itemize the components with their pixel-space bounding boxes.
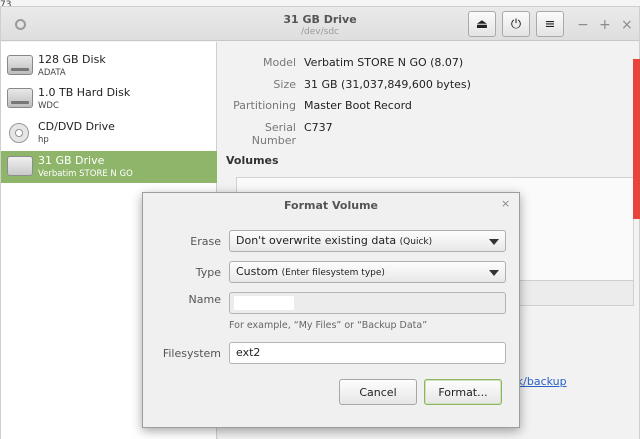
titlebar: 31 GB Drive /dev/sdc ⏏ ⏻ ≡ − + × (1, 7, 639, 41)
optical-disc-icon (9, 123, 29, 143)
drive-item-1tb[interactable]: 1.0 TB Hard Disk WDC (1, 83, 217, 115)
dialog-close-button[interactable]: × (501, 197, 510, 210)
filesystem-label: Filesystem (162, 347, 221, 360)
drive-name: CD/DVD Drive (38, 120, 115, 133)
filesystem-input[interactable]: ext2 (229, 342, 506, 364)
type-label: Type (195, 266, 221, 279)
erase-value: Don't overwrite existing data (236, 234, 397, 247)
name-input[interactable] (229, 292, 506, 314)
format-button[interactable]: Format... (424, 379, 502, 405)
eject-button[interactable]: ⏏ (468, 11, 496, 37)
partitioning-label: Partitioning (233, 99, 296, 112)
power-icon: ⏻ (510, 16, 522, 32)
filesystem-value: ext2 (236, 346, 261, 359)
erase-combo[interactable]: Don't overwrite existing data (Quick) (229, 230, 506, 252)
drive-item-cd-dvd[interactable]: CD/DVD Drive hp (1, 117, 217, 149)
drive-item-128gb[interactable]: 128 GB Disk ADATA (1, 50, 217, 82)
partitioning-value: Master Boot Record (304, 99, 412, 112)
chevron-down-icon (489, 270, 499, 276)
hard-disk-icon (7, 88, 33, 108)
size-label: Size (273, 78, 296, 91)
hard-disk-icon (7, 55, 33, 75)
model-value: Verbatim STORE N GO (8.07) (304, 56, 464, 69)
drive-menu-button[interactable]: ≡ (536, 11, 564, 37)
type-combo[interactable]: Custom (Enter filesystem type) (229, 261, 506, 283)
eject-icon: ⏏ (475, 16, 489, 32)
size-value: 31 GB (31,037,849,600 bytes) (304, 78, 471, 91)
format-volume-dialog: Format Volume × Erase Don't overwrite ex… (142, 192, 520, 428)
drive-vendor: ADATA (38, 68, 66, 78)
redaction (75, 68, 103, 79)
drive-name: 1.0 TB Hard Disk (38, 86, 131, 99)
volumes-heading: Volumes (226, 154, 279, 167)
erase-hint: (Quick) (399, 237, 433, 247)
model-label: Model (262, 56, 296, 69)
power-off-button[interactable]: ⏻ (502, 11, 530, 37)
usb-drive-icon (7, 156, 33, 176)
redaction (234, 296, 294, 310)
drive-item-31gb[interactable]: 31 GB Drive Verbatim STORE N GO (1, 151, 217, 183)
close-button[interactable]: × (621, 17, 633, 33)
background-window-edge (633, 59, 640, 219)
redaction (55, 135, 141, 146)
drive-vendor: hp (38, 135, 49, 145)
erase-label: Erase (190, 235, 221, 248)
menu-icon: ≡ (544, 16, 556, 32)
serial-number-label: Serial Number (251, 121, 296, 147)
minimize-button[interactable]: − (577, 17, 589, 33)
maximize-button[interactable]: + (599, 17, 611, 33)
drive-name: 128 GB Disk (38, 53, 106, 66)
serial-number-value: C737 (304, 121, 333, 134)
name-label: Name (188, 293, 221, 306)
type-value: Custom (236, 265, 279, 278)
redaction (63, 101, 151, 112)
cancel-button[interactable]: Cancel (339, 379, 417, 405)
type-hint: (Enter filesystem type) (281, 268, 385, 278)
chevron-down-icon (489, 239, 499, 245)
dialog-title: Format Volume (283, 199, 378, 212)
drive-vendor: WDC (38, 101, 59, 111)
drive-name: 31 GB Drive (38, 154, 105, 167)
drive-vendor: Verbatim STORE N GO (38, 169, 133, 179)
name-helper-text: For example, “My Files” or “Backup Data” (229, 320, 428, 331)
